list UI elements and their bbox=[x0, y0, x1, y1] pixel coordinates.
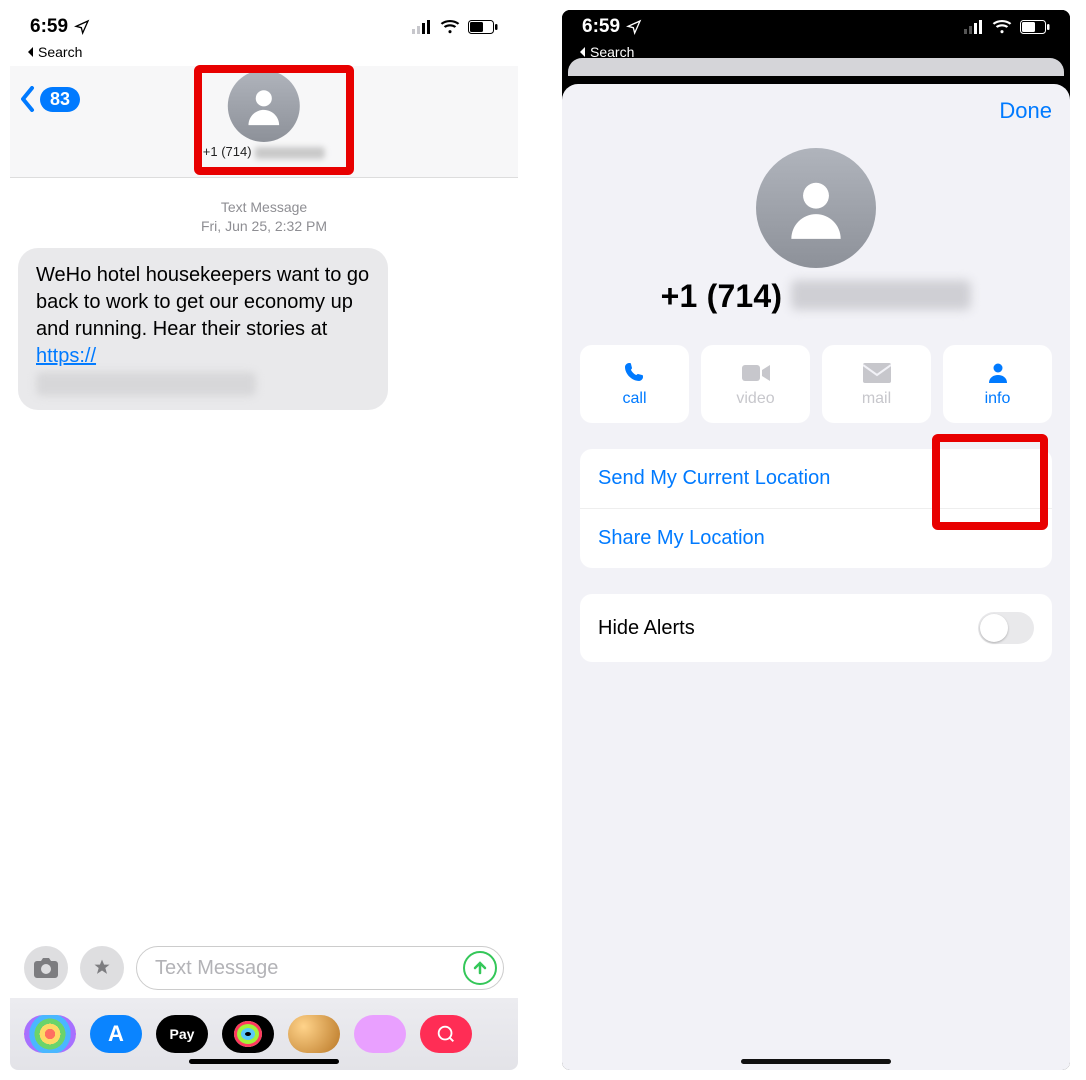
hide-alerts-card: Hide Alerts bbox=[580, 594, 1052, 662]
video-button: video bbox=[701, 345, 810, 423]
message-input[interactable]: Text Message bbox=[136, 946, 504, 990]
contact-number-prefix: +1 (714) bbox=[203, 144, 252, 159]
video-icon bbox=[742, 360, 770, 386]
home-indicator[interactable] bbox=[741, 1059, 891, 1064]
status-bar: 6:59 bbox=[562, 10, 1070, 44]
status-time: 6:59 bbox=[30, 16, 68, 38]
call-label: call bbox=[622, 390, 646, 408]
appstore-app-icon[interactable]: A bbox=[90, 1015, 142, 1053]
status-bar: 6:59 bbox=[10, 10, 518, 44]
message-metadata: Text Message Fri, Jun 25, 2:32 PM bbox=[18, 198, 510, 236]
conversation-body[interactable]: Text Message Fri, Jun 25, 2:32 PM WeHo h… bbox=[10, 178, 518, 424]
messages-screen: 6:59 Search bbox=[10, 10, 518, 1070]
message-text: WeHo hotel housekeepers want to go back … bbox=[36, 264, 369, 340]
back-button[interactable]: 83 bbox=[20, 86, 80, 112]
cell-signal-icon bbox=[964, 20, 984, 34]
sheet-background-peek bbox=[568, 58, 1064, 76]
info-label: info bbox=[985, 390, 1011, 408]
contact-details-screen: 6:59 Search bbox=[562, 10, 1070, 1070]
location-arrow-icon bbox=[626, 19, 642, 35]
memoji-app-icon[interactable] bbox=[288, 1015, 340, 1053]
home-indicator[interactable] bbox=[189, 1059, 339, 1064]
video-label: video bbox=[736, 390, 774, 408]
contact-number: +1 (714) bbox=[203, 144, 325, 159]
contact-number-prefix: +1 (714) bbox=[661, 278, 783, 314]
apple-pay-label: Pay bbox=[170, 1026, 195, 1042]
location-card: Send My Current Location Share My Locati… bbox=[580, 449, 1052, 568]
conversation-header: 83 +1 (714) bbox=[10, 66, 518, 178]
redacted-url bbox=[36, 372, 256, 396]
back-to-app-label: Search bbox=[38, 44, 82, 60]
redacted-number bbox=[255, 147, 325, 159]
person-icon bbox=[986, 360, 1010, 386]
contact-avatar-button[interactable]: +1 (714) bbox=[203, 70, 325, 159]
fitness-app-icon[interactable] bbox=[222, 1015, 274, 1053]
mail-button: mail bbox=[822, 345, 931, 423]
translate-app-icon[interactable] bbox=[420, 1015, 472, 1053]
message-link[interactable]: https:// bbox=[36, 345, 96, 367]
message-composer: Text Message bbox=[10, 938, 518, 998]
redacted-number bbox=[791, 280, 971, 310]
cell-signal-icon bbox=[412, 20, 432, 34]
wifi-icon bbox=[440, 20, 460, 34]
hide-alerts-row[interactable]: Hide Alerts bbox=[580, 594, 1052, 662]
send-current-location-row[interactable]: Send My Current Location bbox=[580, 449, 1052, 508]
action-button-row: call video mail bbox=[580, 345, 1052, 423]
contact-sheet: Done +1 (714) call bbox=[562, 84, 1070, 1070]
avatar-icon bbox=[228, 70, 300, 142]
battery-icon bbox=[468, 20, 498, 34]
battery-icon bbox=[1020, 20, 1050, 34]
hide-alerts-toggle[interactable] bbox=[978, 612, 1034, 644]
info-button[interactable]: info bbox=[943, 345, 1052, 423]
app-drawer-button[interactable] bbox=[80, 946, 124, 990]
unread-badge: 83 bbox=[40, 87, 80, 112]
message-timestamp: Fri, Jun 25, 2:32 PM bbox=[18, 217, 510, 236]
message-input-placeholder: Text Message bbox=[155, 957, 278, 980]
hide-alerts-label: Hide Alerts bbox=[598, 617, 695, 640]
avatar-icon bbox=[756, 148, 876, 268]
mail-label: mail bbox=[862, 390, 891, 408]
back-to-app[interactable]: Search bbox=[10, 44, 518, 66]
camera-button[interactable] bbox=[24, 946, 68, 990]
call-button[interactable]: call bbox=[580, 345, 689, 423]
photos-app-icon[interactable] bbox=[24, 1015, 76, 1053]
contact-number: +1 (714) bbox=[580, 278, 1052, 315]
message-type-label: Text Message bbox=[18, 198, 510, 217]
send-button[interactable] bbox=[463, 951, 497, 985]
mail-icon bbox=[863, 360, 891, 386]
share-my-location-row[interactable]: Share My Location bbox=[580, 508, 1052, 568]
stickers-app-icon[interactable] bbox=[354, 1015, 406, 1053]
apple-pay-app-icon[interactable]: Pay bbox=[156, 1015, 208, 1053]
done-button[interactable]: Done bbox=[999, 98, 1052, 124]
status-time: 6:59 bbox=[582, 16, 620, 38]
wifi-icon bbox=[992, 20, 1012, 34]
location-arrow-icon bbox=[74, 19, 90, 35]
incoming-message-bubble[interactable]: WeHo hotel housekeepers want to go back … bbox=[18, 248, 388, 410]
phone-icon bbox=[623, 360, 647, 386]
